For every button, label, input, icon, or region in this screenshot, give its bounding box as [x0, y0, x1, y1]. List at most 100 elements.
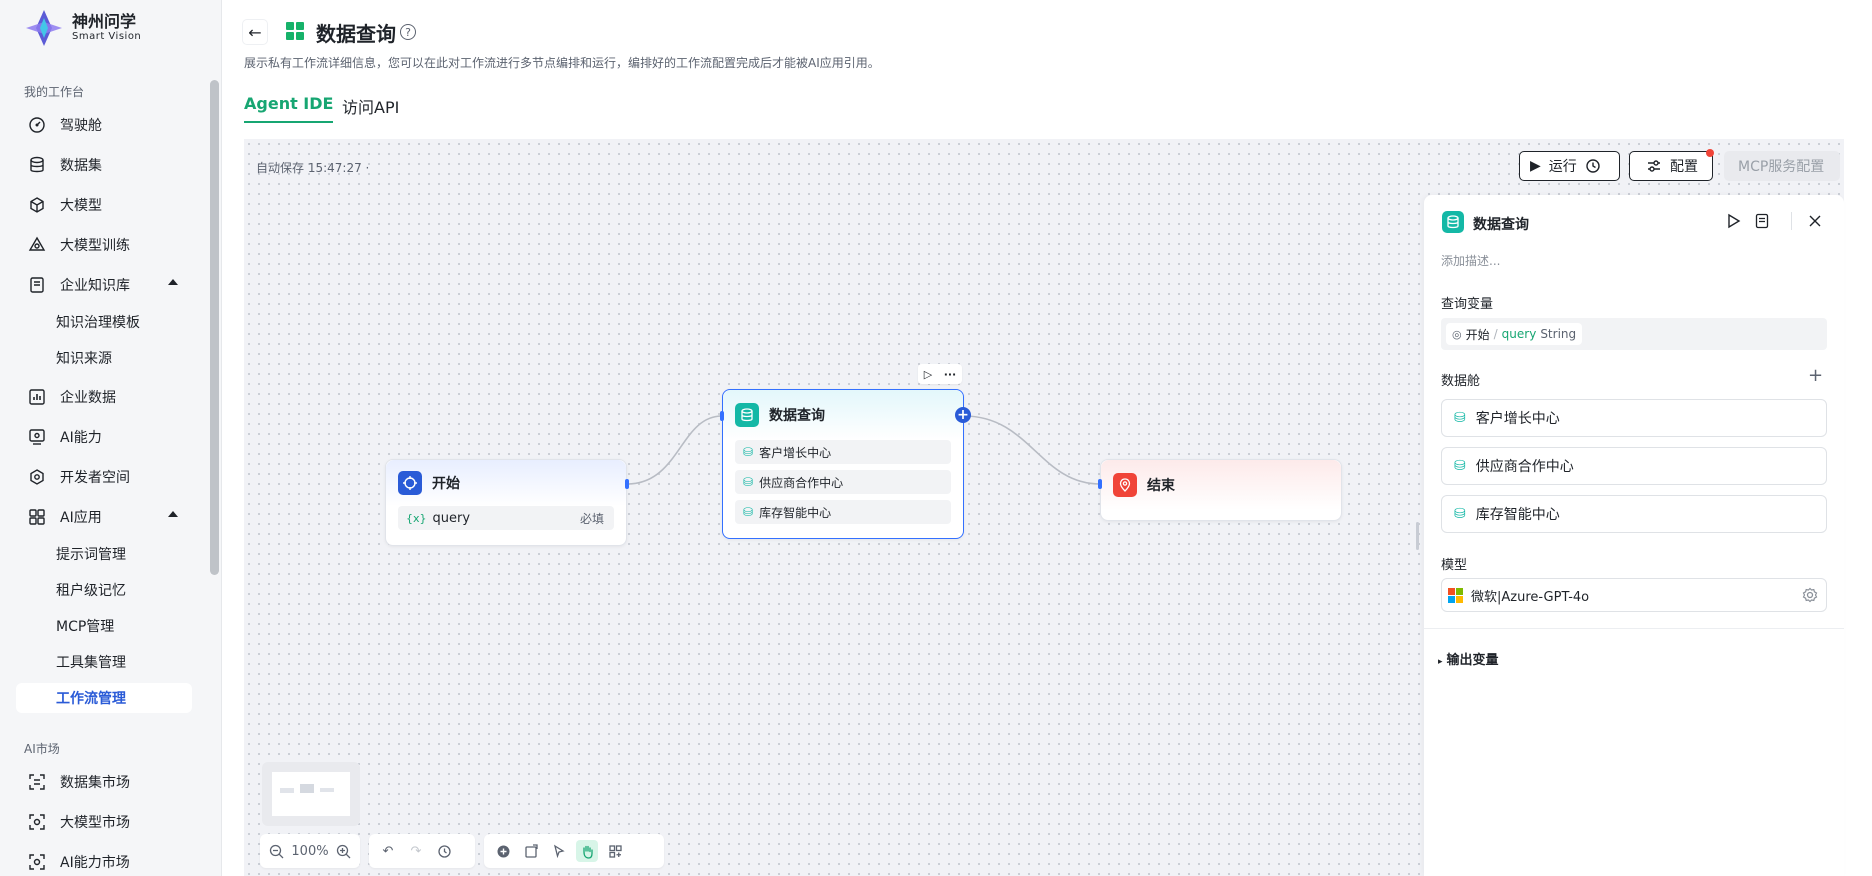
- add-datasource-plus-icon[interactable]: +: [1808, 367, 1823, 385]
- sidebar-item-enterprise-data[interactable]: 企业数据: [16, 380, 192, 414]
- query-input-handle[interactable]: [720, 411, 724, 421]
- collapse-caret-icon[interactable]: [168, 279, 178, 285]
- sidebar-sub-memory[interactable]: 租户级记忆: [16, 575, 192, 605]
- run-node-icon[interactable]: ▷: [924, 368, 932, 381]
- start-node[interactable]: 开始 {x} query 必填: [385, 459, 627, 546]
- logo-mark-icon: [26, 10, 62, 46]
- brand-name-cn: 神州问学: [72, 12, 137, 31]
- datasource-item[interactable]: ⛁ 供应商合作中心: [1441, 447, 1827, 485]
- datasource-item-label: 库存智能中心: [1475, 507, 1560, 523]
- sidebar-item-datasets[interactable]: 数据集: [16, 148, 192, 182]
- zoom-out-icon[interactable]: [268, 840, 285, 862]
- mcp-config-button[interactable]: MCP服务配置: [1724, 151, 1840, 181]
- hand-pan-icon[interactable]: [576, 840, 598, 862]
- var-type: String: [1540, 327, 1577, 341]
- sidebar-item-ai-market[interactable]: AI能力市场: [16, 845, 192, 876]
- datasource-icon: ⛁: [743, 505, 754, 519]
- sidebar-item-label: 数据集市场: [60, 775, 130, 791]
- target-icon: ◎: [1452, 327, 1462, 341]
- scan-icon: [28, 853, 46, 871]
- more-icon[interactable]: ···: [944, 368, 957, 381]
- var-name: query: [1501, 327, 1537, 341]
- sidebar-item-label: 大模型训练: [60, 238, 130, 254]
- dashboard-icon: [28, 116, 46, 134]
- page-description: 展示私有工作流详细信息，您可以在此对工作流进行多节点编排和运行，编排好的工作流配…: [244, 56, 880, 70]
- sidebar-scrollbar[interactable]: [210, 80, 219, 575]
- sidebar-item-label: 企业知识库: [60, 278, 130, 294]
- datasource-item[interactable]: ⛁ 库存智能中心: [1441, 495, 1827, 533]
- add-node-icon[interactable]: [492, 840, 514, 862]
- sidebar-sub-prompts[interactable]: 提示词管理: [16, 539, 192, 569]
- notification-dot: [1706, 149, 1714, 157]
- auto-layout-icon[interactable]: [520, 840, 542, 862]
- tab-access-api[interactable]: 访问API: [342, 94, 399, 126]
- pointer-icon[interactable]: [548, 840, 570, 862]
- tab-agent-ide[interactable]: Agent IDE: [244, 94, 334, 123]
- sidebar-sub-knowledge-template[interactable]: 知识治理模板: [16, 307, 192, 337]
- add-node-plus-icon[interactable]: +: [955, 407, 971, 423]
- sidebar-item-model-market[interactable]: 大模型市场: [16, 805, 192, 839]
- sidebar-item-label: 数据集: [60, 158, 102, 174]
- back-button[interactable]: ←: [243, 20, 267, 44]
- sidebar-item-label: 开发者空间: [60, 470, 130, 486]
- sidebar-item-models[interactable]: 大模型: [16, 188, 192, 222]
- history-icon[interactable]: [433, 840, 455, 862]
- sidebar-item-label: 大模型市场: [60, 815, 130, 831]
- end-input-handle[interactable]: [1098, 479, 1102, 489]
- query-node-row: ⛁ 客户增长中心: [735, 440, 951, 464]
- database-icon: [1442, 211, 1464, 233]
- undo-icon[interactable]: ↶: [377, 840, 399, 862]
- model-select[interactable]: 微软|Azure-GPT-4o: [1441, 578, 1827, 612]
- section-market: AI市场: [24, 742, 60, 756]
- config-label: 配置: [1670, 159, 1698, 175]
- output-variables-toggle[interactable]: ▸ 输出变量: [1438, 649, 1499, 668]
- config-button[interactable]: 配置: [1629, 151, 1713, 181]
- sidebar-item-developer[interactable]: 开发者空间: [16, 460, 192, 494]
- query-node-row-label: 客户增长中心: [759, 445, 832, 460]
- sidebar-sub-knowledge-source[interactable]: 知识来源: [16, 343, 192, 373]
- sidebar-sub-workflow[interactable]: 工作流管理: [16, 683, 192, 713]
- zoom-in-icon[interactable]: [335, 840, 352, 862]
- start-variable-row: {x} query 必填: [398, 506, 614, 530]
- sidebar-item-dashboard[interactable]: 驾驶舱: [16, 108, 192, 142]
- start-output-handle[interactable]: [625, 479, 629, 489]
- training-icon: [28, 236, 46, 254]
- required-tag: 必填: [579, 511, 604, 526]
- panel-resize-handle[interactable]: [1416, 522, 1419, 550]
- run-button[interactable]: ▶ 运行: [1519, 151, 1620, 181]
- model-value: 微软|Azure-GPT-4o: [1471, 589, 1590, 605]
- run-node-icon[interactable]: [1727, 213, 1741, 233]
- query-node-row-label: 供应商合作中心: [759, 475, 844, 490]
- redo-icon[interactable]: ↷: [405, 840, 427, 862]
- query-node[interactable]: 数据查询 ⛁ 客户增长中心 ⛁ 供应商合作中心 ⛁ 库存智能中心: [722, 389, 964, 539]
- ai-ability-icon: [28, 428, 46, 446]
- datasource-label: 数据舱: [1441, 374, 1481, 389]
- brand-logo[interactable]: 神州问学 Smart Vision: [24, 8, 141, 48]
- brand-name-en: Smart Vision: [72, 31, 142, 42]
- description-input[interactable]: 添加描述...: [1441, 252, 1500, 269]
- chevron-right-icon: ▸: [1438, 657, 1443, 667]
- panel-title[interactable]: 数据查询: [1473, 214, 1529, 234]
- history-clock-icon[interactable]: [1585, 158, 1601, 174]
- minimap[interactable]: [262, 762, 360, 826]
- help-icon[interactable]: ?: [400, 24, 416, 40]
- gear-icon[interactable]: [1802, 587, 1818, 607]
- sliders-icon: [1648, 160, 1660, 172]
- sidebar-item-knowledge[interactable]: 企业知识库: [16, 268, 192, 302]
- document-icon[interactable]: [1755, 213, 1769, 233]
- organize-icon[interactable]: [604, 840, 626, 862]
- sidebar-sub-toolsets[interactable]: 工具集管理: [16, 647, 192, 677]
- sidebar-item-ai-apps[interactable]: AI应用: [16, 500, 192, 534]
- collapse-caret-icon[interactable]: [168, 511, 178, 517]
- query-variable-chip[interactable]: ◎ 开始 / query String: [1446, 323, 1583, 345]
- end-node[interactable]: 结束: [1100, 459, 1342, 521]
- sidebar-item-dataset-market[interactable]: 数据集市场: [16, 765, 192, 799]
- close-icon[interactable]: [1808, 214, 1822, 232]
- apps-icon: [28, 508, 46, 526]
- autosave-status: 自动保存 15:47:27 ·: [256, 161, 370, 175]
- datasource-item[interactable]: ⛁ 客户增长中心: [1441, 399, 1827, 437]
- sidebar-item-ai-ability[interactable]: AI能力: [16, 420, 192, 454]
- sidebar-sub-mcp[interactable]: MCP管理: [16, 611, 192, 641]
- sidebar-item-training[interactable]: 大模型训练: [16, 228, 192, 262]
- var-source: 开始: [1465, 327, 1490, 342]
